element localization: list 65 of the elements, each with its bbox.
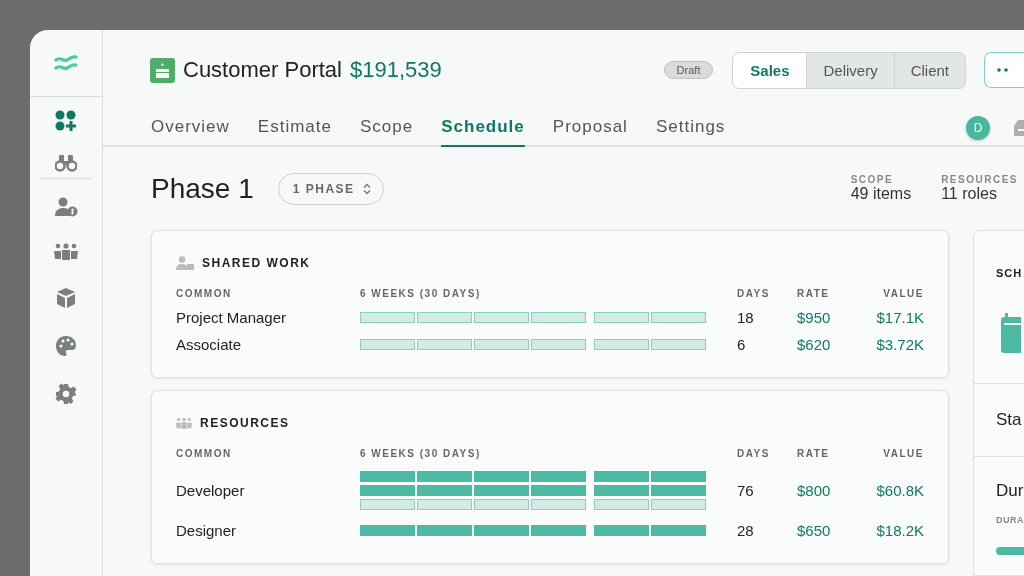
user-dollar-icon[interactable] <box>54 197 78 217</box>
column-header: VALUE <box>882 448 924 459</box>
duration-caption: DURA <box>996 515 1024 525</box>
column-header: DAYS <box>736 288 771 299</box>
start-label: Sta <box>996 410 1023 430</box>
tab[interactable]: Scope <box>360 113 414 147</box>
rate-cell-text: $950 <box>797 309 832 326</box>
calendar-icon <box>1001 313 1021 353</box>
phase-title: Phase 1 <box>151 172 254 205</box>
phase-picker[interactable]: 1 PHASE <box>277 172 384 205</box>
column-header: VALUE <box>882 288 924 299</box>
view-option[interactable]: Sales <box>733 52 807 88</box>
role-name: Developer <box>176 482 246 499</box>
view-option[interactable]: Delivery <box>806 52 894 88</box>
column-header: 6 WEEKS (30 DAYS) <box>360 288 482 299</box>
column-header: COMMON <box>176 448 233 459</box>
value-cell-text: $60.8K <box>875 482 924 499</box>
days-cell-text: 18 <box>736 309 755 326</box>
panel-title: SCH <box>996 267 1024 279</box>
tab[interactable]: Overview <box>151 113 230 147</box>
stat-value: 11 roles <box>941 185 998 203</box>
rate-cell-text: $620 <box>797 336 832 353</box>
project-title: Customer Portal <box>183 57 342 83</box>
section-title: SHARED WORK <box>202 256 311 270</box>
binoculars-icon[interactable] <box>55 154 77 172</box>
apps-icon[interactable] <box>55 110 77 132</box>
role-name: Designer <box>176 522 238 539</box>
days-cell-text: 28 <box>736 522 755 539</box>
stat-label: SCOPE <box>850 174 895 185</box>
duration-label: Dur <box>996 481 1024 501</box>
stat-label: RESOURCES <box>941 174 1018 185</box>
column-header: RATE <box>797 288 831 299</box>
role-name: Associate <box>176 336 243 353</box>
tab[interactable]: Estimate <box>257 113 332 147</box>
days-cell-text: 76 <box>736 482 755 499</box>
value-cell-text: $3.72K <box>875 336 924 353</box>
role-name: Project Manager <box>176 309 288 326</box>
column-header: DAYS <box>736 448 771 459</box>
view-option[interactable]: Client <box>893 52 965 88</box>
value-cell-text: $17.1K <box>875 309 924 326</box>
stat-value: 49 items <box>850 185 912 203</box>
dots-icon <box>997 68 1009 72</box>
box-icon[interactable] <box>56 287 76 309</box>
tab[interactable]: Settings <box>655 113 726 147</box>
days-cell-text: 6 <box>736 336 747 353</box>
team-icon <box>176 416 192 430</box>
project-amount: $191,539 <box>349 57 442 83</box>
cake-icon <box>150 57 175 83</box>
chevron-updown-icon <box>362 182 371 195</box>
section-title: RESOURCES <box>200 416 290 430</box>
duration-bar <box>996 547 1024 555</box>
gear-icon[interactable] <box>55 383 77 405</box>
user-briefcase-icon <box>176 256 194 270</box>
column-header: 6 WEEKS (30 DAYS) <box>360 448 482 459</box>
column-header: RATE <box>797 448 831 459</box>
logo-icon <box>54 53 78 73</box>
tab[interactable]: Schedule <box>441 113 525 147</box>
value-cell-text: $18.2K <box>875 522 924 539</box>
rate-cell-text: $650 <box>797 522 832 539</box>
column-header: COMMON <box>176 288 233 299</box>
team-icon[interactable] <box>54 243 78 261</box>
palette-icon[interactable] <box>55 335 77 357</box>
rate-cell-text: $800 <box>797 482 832 499</box>
tab[interactable]: Proposal <box>552 113 628 147</box>
status-badge: Draft <box>663 61 714 79</box>
